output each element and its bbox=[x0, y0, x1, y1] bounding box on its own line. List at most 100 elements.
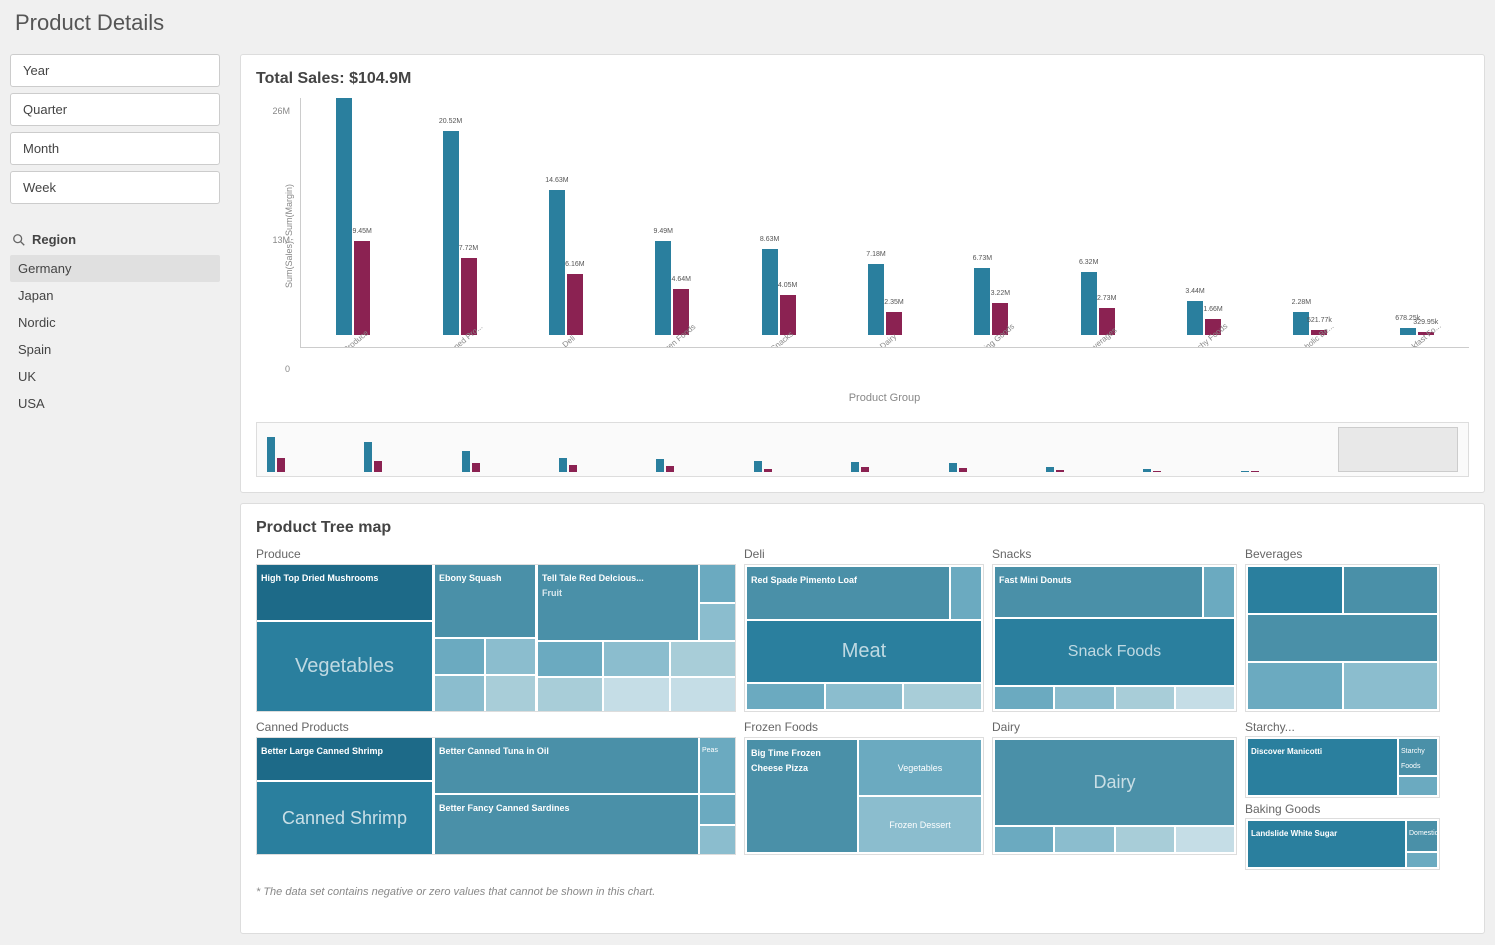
quarter-filter[interactable]: Quarter bbox=[10, 93, 220, 126]
snacks-grid-4[interactable] bbox=[1176, 687, 1234, 709]
beverages-title: Beverages bbox=[1245, 547, 1440, 561]
starchy-foods-block[interactable]: Starchy Foods bbox=[1399, 739, 1437, 775]
starchy-section: Starchy... Discover Manicotti Starchy Fo… bbox=[1245, 720, 1440, 798]
bar-group-canned: 20.52M 7.72M Canned Pro... bbox=[411, 106, 507, 347]
x-axis-title: Product Group bbox=[300, 392, 1469, 404]
manicotti-block[interactable]: Discover Manicotti bbox=[1248, 739, 1397, 795]
bar-group-snacks: 8.63M 4.05M Snacks bbox=[730, 106, 826, 347]
treemap-title: Product Tree map bbox=[256, 519, 1469, 537]
page-title: Product Details bbox=[0, 0, 1495, 44]
baking-sm-1[interactable] bbox=[1407, 853, 1437, 867]
search-icon bbox=[12, 233, 26, 247]
bar-group-deli: 14.63M 6.16M Deli bbox=[518, 106, 614, 347]
snacks-grid-2[interactable] bbox=[1055, 687, 1113, 709]
frozen-dessert-block[interactable]: Frozen Dessert bbox=[859, 797, 981, 852]
starchy-title: Starchy... bbox=[1245, 720, 1440, 734]
bar-produce-teal bbox=[336, 98, 352, 335]
treemap-grid: Produce High Top Dried Mushrooms Vegetab… bbox=[256, 547, 1469, 878]
canned-sm-1[interactable] bbox=[700, 795, 735, 824]
produce-sm-1[interactable] bbox=[435, 639, 484, 674]
fruit-sm-2[interactable] bbox=[700, 604, 735, 641]
canned-shrimp-header[interactable]: Better Large Canned Shrimp bbox=[257, 738, 432, 780]
mini-chart[interactable] bbox=[256, 422, 1469, 477]
deli-sm-4[interactable] bbox=[904, 684, 981, 709]
produce-grid-6[interactable] bbox=[671, 678, 735, 712]
ebony-squash-block[interactable]: Ebony Squash bbox=[435, 565, 535, 637]
produce-title: Produce bbox=[256, 547, 736, 561]
donuts-block[interactable]: Fast Mini Donuts bbox=[995, 567, 1202, 617]
month-filter[interactable]: Month bbox=[10, 132, 220, 165]
bar-chart-area: Sum(Sales), Sum(Margin) 26M 13M 0 bbox=[256, 98, 1469, 418]
mushrooms-block[interactable]: High Top Dried Mushrooms bbox=[257, 565, 432, 620]
pimento-loaf-block[interactable]: Red Spade Pimento Loaf bbox=[747, 567, 949, 619]
produce-grid-5[interactable] bbox=[604, 678, 668, 712]
produce-grid-4[interactable] bbox=[538, 678, 602, 712]
region-item-nordic[interactable]: Nordic bbox=[10, 309, 220, 336]
region-item-usa[interactable]: USA bbox=[10, 390, 220, 417]
week-filter[interactable]: Week bbox=[10, 171, 220, 204]
pizza-block[interactable]: Big Time Frozen Cheese Pizza bbox=[747, 740, 857, 852]
bar-group-baking: 6.73M 3.22M Baking Goods bbox=[943, 106, 1039, 347]
year-filter[interactable]: Year bbox=[10, 54, 220, 87]
domestic-block[interactable]: Domestic bbox=[1407, 821, 1437, 851]
bar-chart-title: Total Sales: $104.9M bbox=[256, 70, 1469, 88]
bev-1[interactable] bbox=[1248, 567, 1342, 613]
bar-label-produce-margin: 9.45M bbox=[352, 228, 371, 235]
region-item-spain[interactable]: Spain bbox=[10, 336, 220, 363]
bar-group-starchy: 3.44M 1.66M Starchy Foods bbox=[1156, 106, 1252, 347]
meat-block[interactable]: Meat bbox=[747, 621, 981, 682]
produce-sm-2[interactable] bbox=[486, 639, 535, 674]
treemap-panel: Product Tree map Produce High bbox=[240, 503, 1485, 934]
white-sugar-block[interactable]: Landslide White Sugar bbox=[1248, 821, 1405, 867]
produce-sm-4[interactable] bbox=[486, 676, 535, 711]
region-item-uk[interactable]: UK bbox=[10, 363, 220, 390]
y-tick-mid: 13M bbox=[272, 235, 290, 245]
bev-5[interactable] bbox=[1344, 663, 1438, 709]
region-item-japan[interactable]: Japan bbox=[10, 282, 220, 309]
dairy-sm-3[interactable] bbox=[1116, 827, 1174, 852]
bev-4[interactable] bbox=[1248, 663, 1342, 709]
produce-sm-3[interactable] bbox=[435, 676, 484, 711]
bar-group-breakfast: 678.25k 329.95k Breakfast Fo... bbox=[1369, 106, 1465, 347]
bar-group-dairy: 7.18M 2.35M Dairy bbox=[837, 106, 933, 347]
dairy-sm-1[interactable] bbox=[995, 827, 1053, 852]
dairy-sm-4[interactable] bbox=[1176, 827, 1234, 852]
deli-section: Deli Red Spade Pimento Loaf Meat bbox=[744, 547, 984, 712]
snacks-sm-1[interactable] bbox=[1204, 567, 1234, 617]
bev-2[interactable] bbox=[1344, 567, 1438, 613]
snacks-grid-3[interactable] bbox=[1116, 687, 1174, 709]
canned-sm-2[interactable] bbox=[700, 826, 735, 855]
canned-shrimp-block[interactable]: Canned Shrimp bbox=[257, 782, 432, 854]
starchy-sm-1[interactable] bbox=[1399, 777, 1437, 795]
snacks-section: Snacks Fast Mini Donuts bbox=[992, 547, 1237, 712]
frozen-veg-block[interactable]: Vegetables bbox=[859, 740, 981, 795]
fruit-sm-1[interactable] bbox=[700, 565, 735, 602]
produce-section: Produce High Top Dried Mushrooms Vegetab… bbox=[256, 547, 736, 712]
dairy-section: Dairy Dairy bbox=[992, 720, 1237, 855]
canned-title: Canned Products bbox=[256, 720, 736, 734]
deli-sm-2[interactable] bbox=[747, 684, 824, 709]
frozen-title: Frozen Foods bbox=[744, 720, 984, 734]
bar-group-beverages: 6.32M 2.73M Beverages bbox=[1050, 106, 1146, 347]
dairy-sm-2[interactable] bbox=[1055, 827, 1113, 852]
main-content: Total Sales: $104.9M Sum(Sales), Sum(Mar… bbox=[230, 44, 1495, 944]
peas-block[interactable]: Peas bbox=[700, 738, 735, 793]
bev-3[interactable] bbox=[1248, 615, 1437, 661]
region-item-germany[interactable]: Germany bbox=[10, 255, 220, 282]
region-header-label: Region bbox=[32, 232, 76, 247]
sardines-block[interactable]: Better Fancy Canned Sardines bbox=[435, 795, 698, 854]
produce-grid-1[interactable] bbox=[538, 642, 602, 676]
snacks-grid-1[interactable] bbox=[995, 687, 1053, 709]
produce-grid-3[interactable] bbox=[671, 642, 735, 676]
deli-title: Deli bbox=[744, 547, 984, 561]
produce-grid-2[interactable] bbox=[604, 642, 668, 676]
vegetables-block[interactable]: Vegetables bbox=[257, 622, 432, 711]
deli-sm-3[interactable] bbox=[826, 684, 903, 709]
dairy-block[interactable]: Dairy bbox=[995, 740, 1234, 825]
telltale-block[interactable]: Tell Tale Red Delcious... Fruit bbox=[538, 565, 698, 640]
deli-sm-1[interactable] bbox=[951, 567, 981, 619]
snack-foods-block[interactable]: Snack Foods bbox=[995, 619, 1234, 685]
tuna-block[interactable]: Better Canned Tuna in Oil bbox=[435, 738, 698, 793]
beverages-section: Beverages bbox=[1245, 547, 1440, 712]
y-tick-high: 26M bbox=[272, 106, 290, 116]
